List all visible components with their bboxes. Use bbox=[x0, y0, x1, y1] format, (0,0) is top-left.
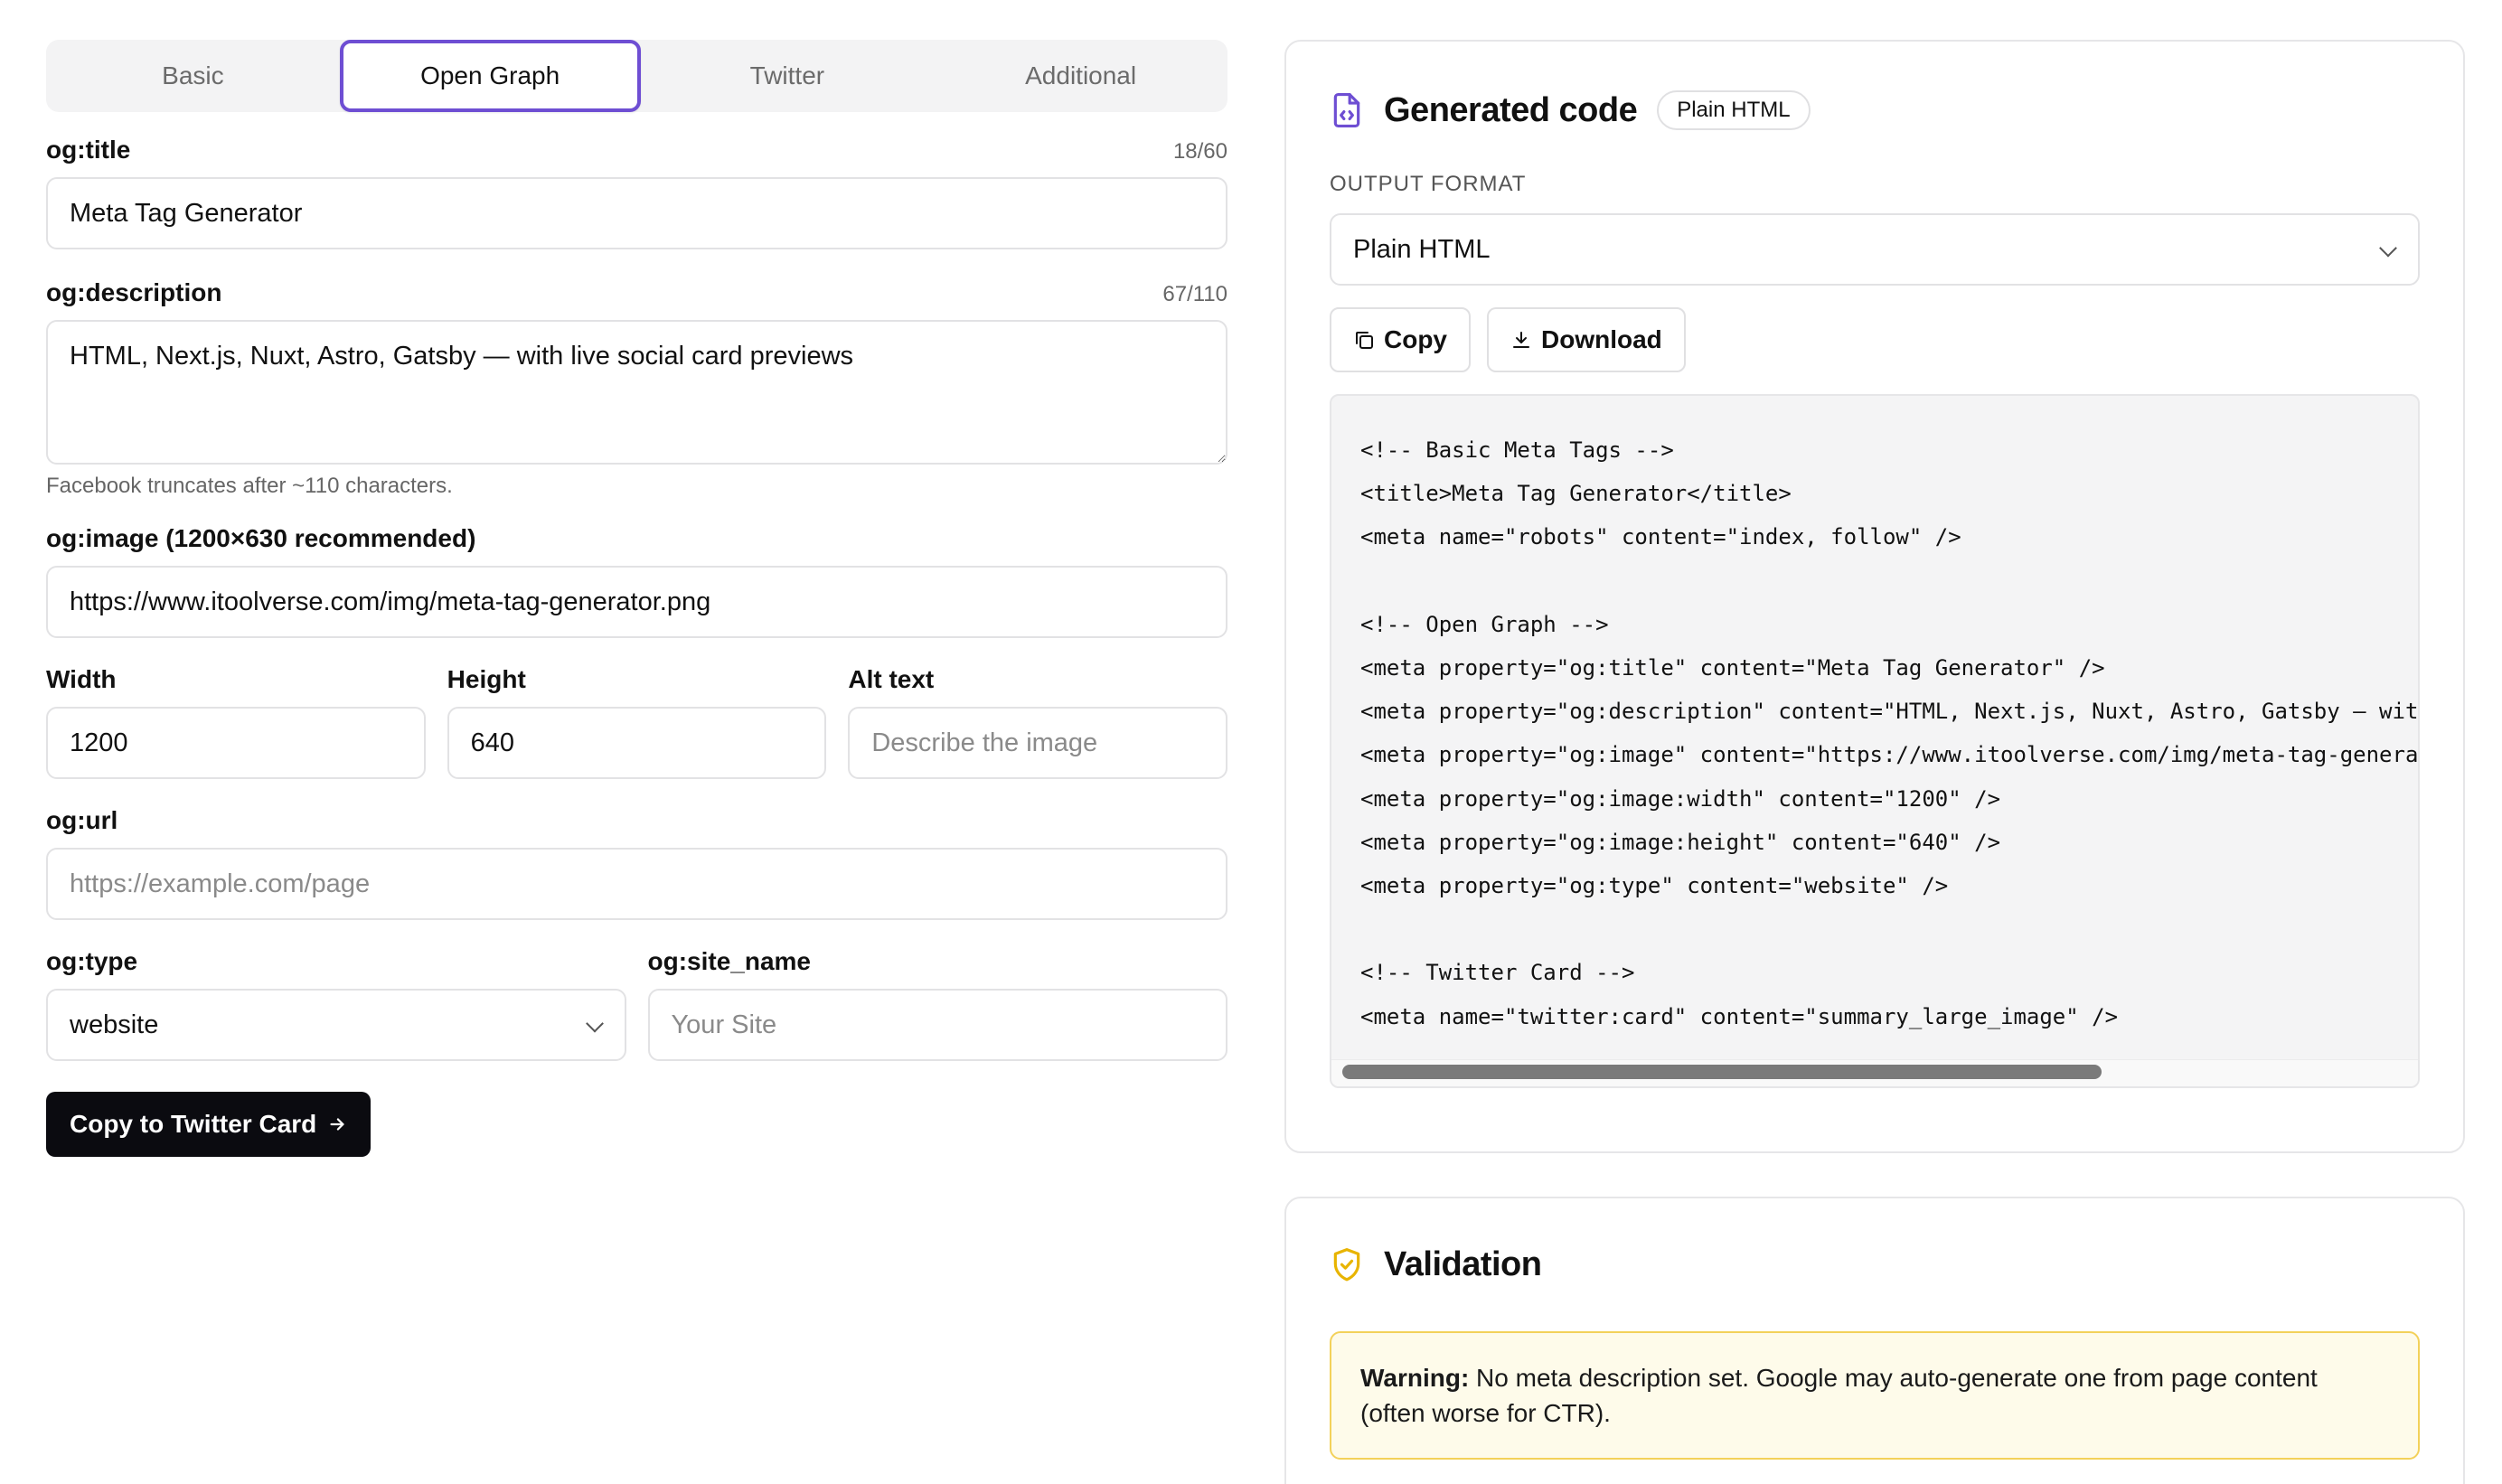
validation-title: Validation bbox=[1384, 1245, 1542, 1283]
og-title-counter: 18/60 bbox=[1172, 139, 1227, 164]
tab-additional[interactable]: Additional bbox=[934, 40, 1227, 112]
generated-code-header: Generated code Plain HTML bbox=[1330, 90, 2420, 130]
code-line: <meta property="og:title" content="Meta … bbox=[1360, 655, 2105, 681]
type-site-row: og:type website og:site_name Your Site bbox=[46, 947, 1227, 1061]
og-site-name-field: og:site_name Your Site bbox=[647, 947, 1227, 1061]
code-line: <!-- Open Graph --> bbox=[1360, 611, 1609, 637]
og-url-input[interactable]: https://example.com/page bbox=[46, 848, 1227, 920]
width-label: Width bbox=[46, 665, 117, 693]
code-line: <meta name="robots" content="index, foll… bbox=[1360, 524, 1961, 550]
output-format-select[interactable]: Plain HTML bbox=[1330, 213, 2420, 286]
tab-twitter[interactable]: Twitter bbox=[641, 40, 935, 112]
height-input[interactable]: 640 bbox=[447, 707, 827, 779]
validation-card: Validation Warning: No meta description … bbox=[1284, 1197, 2465, 1484]
og-title-header: og:title 18/60 bbox=[46, 136, 1227, 164]
og-type-value: website bbox=[70, 1010, 159, 1039]
height-field: Height 640 bbox=[447, 665, 827, 779]
code-line: <meta property="og:image:height" content… bbox=[1360, 829, 2001, 855]
code-block[interactable]: <!-- Basic Meta Tags --> <title>Meta Tag… bbox=[1330, 394, 2420, 1088]
generated-code-card: Generated code Plain HTML OUTPUT FORMAT … bbox=[1284, 40, 2465, 1153]
alt-text-field: Alt text Describe the image bbox=[848, 665, 1228, 779]
output-format-label: OUTPUT FORMAT bbox=[1330, 172, 1527, 196]
og-description-header: og:description 67/110 bbox=[46, 278, 1227, 307]
tab-bar: Basic Open Graph Twitter Additional bbox=[46, 40, 1227, 112]
og-title-value: Meta Tag Generator bbox=[70, 198, 303, 228]
download-icon bbox=[1513, 332, 1529, 348]
width-input[interactable]: 1200 bbox=[46, 707, 426, 779]
horizontal-scrollbar-thumb[interactable] bbox=[1342, 1065, 2102, 1079]
height-value: 640 bbox=[470, 728, 515, 757]
copy-to-twitter-card-button[interactable]: Copy to Twitter Card bbox=[46, 1092, 372, 1157]
og-type-label: og:type bbox=[46, 947, 138, 975]
generated-code-title: Generated code bbox=[1384, 90, 1638, 129]
image-dimensions-row: Width 1200 Height 640 Alt text Describe … bbox=[46, 665, 1228, 779]
og-image-label: og:image (1200×630 recommended) bbox=[46, 524, 476, 552]
format-badge: Plain HTML bbox=[1657, 90, 1811, 130]
code-line: <meta property="og:description" content=… bbox=[1360, 699, 2419, 725]
width-field: Width 1200 bbox=[46, 665, 426, 779]
code-actions: Copy Download bbox=[1330, 307, 2420, 372]
og-description-label: og:description bbox=[46, 278, 222, 306]
open-graph-form: Basic Open Graph Twitter Additional og:t… bbox=[46, 40, 1228, 1157]
validation-warning: Warning: No meta description set. Google… bbox=[1330, 1331, 2420, 1461]
copy-button-label: Copy bbox=[1384, 325, 1447, 353]
download-button[interactable]: Download bbox=[1487, 307, 1686, 372]
og-title-label: og:title bbox=[46, 136, 131, 164]
og-url-placeholder: https://example.com/page bbox=[70, 869, 371, 898]
code-line: <meta name="twitter:card" content="summa… bbox=[1360, 1003, 2119, 1029]
og-description-textarea[interactable] bbox=[46, 320, 1227, 465]
code-line: <!-- Basic Meta Tags --> bbox=[1360, 437, 1674, 463]
og-description-hint: Facebook truncates after ~110 characters… bbox=[46, 474, 453, 498]
download-button-label: Download bbox=[1541, 325, 1662, 353]
code-line: <meta property="og:image" content="https… bbox=[1360, 742, 2419, 768]
output-format-value: Plain HTML bbox=[1353, 234, 1491, 264]
og-type-select[interactable]: website bbox=[46, 989, 626, 1061]
warning-prefix: Warning: bbox=[1360, 1364, 1470, 1392]
width-value: 1200 bbox=[70, 728, 128, 757]
output-format-display: Plain HTML bbox=[1330, 213, 2420, 286]
og-site-name-placeholder: Your Site bbox=[671, 1010, 777, 1039]
arrow-right-icon bbox=[330, 1118, 344, 1131]
og-title-input[interactable]: Meta Tag Generator bbox=[46, 177, 1227, 249]
og-type-field: og:type website bbox=[46, 947, 626, 1061]
warning-text: No meta description set. Google may auto… bbox=[1360, 1364, 2318, 1428]
code-line: <title>Meta Tag Generator</title> bbox=[1360, 481, 1792, 507]
copy-icon bbox=[1356, 332, 1373, 349]
copy-to-twitter-card-label: Copy to Twitter Card bbox=[70, 1110, 317, 1138]
og-site-name-label: og:site_name bbox=[647, 947, 812, 975]
tab-open-graph[interactable]: Open Graph bbox=[339, 40, 641, 112]
alt-text-input[interactable]: Describe the image bbox=[848, 707, 1228, 779]
copy-button[interactable]: Copy bbox=[1330, 307, 1471, 372]
og-site-name-input[interactable]: Your Site bbox=[647, 989, 1227, 1061]
file-code-icon bbox=[1333, 93, 1360, 128]
og-description-counter: 67/110 bbox=[1162, 282, 1227, 306]
shield-check-icon bbox=[1333, 1247, 1360, 1281]
code-content: <!-- Basic Meta Tags --> <title>Meta Tag… bbox=[1331, 396, 2419, 1038]
code-line: <meta property="og:image:width" content=… bbox=[1360, 785, 2001, 812]
og-image-input[interactable]: https://www.itoolverse.com/img/meta-tag-… bbox=[46, 566, 1227, 638]
alt-text-placeholder: Describe the image bbox=[871, 728, 1098, 757]
code-line: <meta property="og:type" content="websit… bbox=[1360, 873, 1949, 899]
og-type-display: website bbox=[46, 989, 626, 1061]
alt-text-label: Alt text bbox=[848, 665, 935, 693]
height-label: Height bbox=[447, 665, 526, 693]
og-url-label: og:url bbox=[46, 806, 118, 834]
og-image-value: https://www.itoolverse.com/img/meta-tag-… bbox=[70, 587, 711, 616]
code-line: <!-- Twitter Card --> bbox=[1360, 960, 1635, 986]
validation-header: Validation bbox=[1330, 1245, 2420, 1284]
tab-basic[interactable]: Basic bbox=[46, 40, 340, 112]
